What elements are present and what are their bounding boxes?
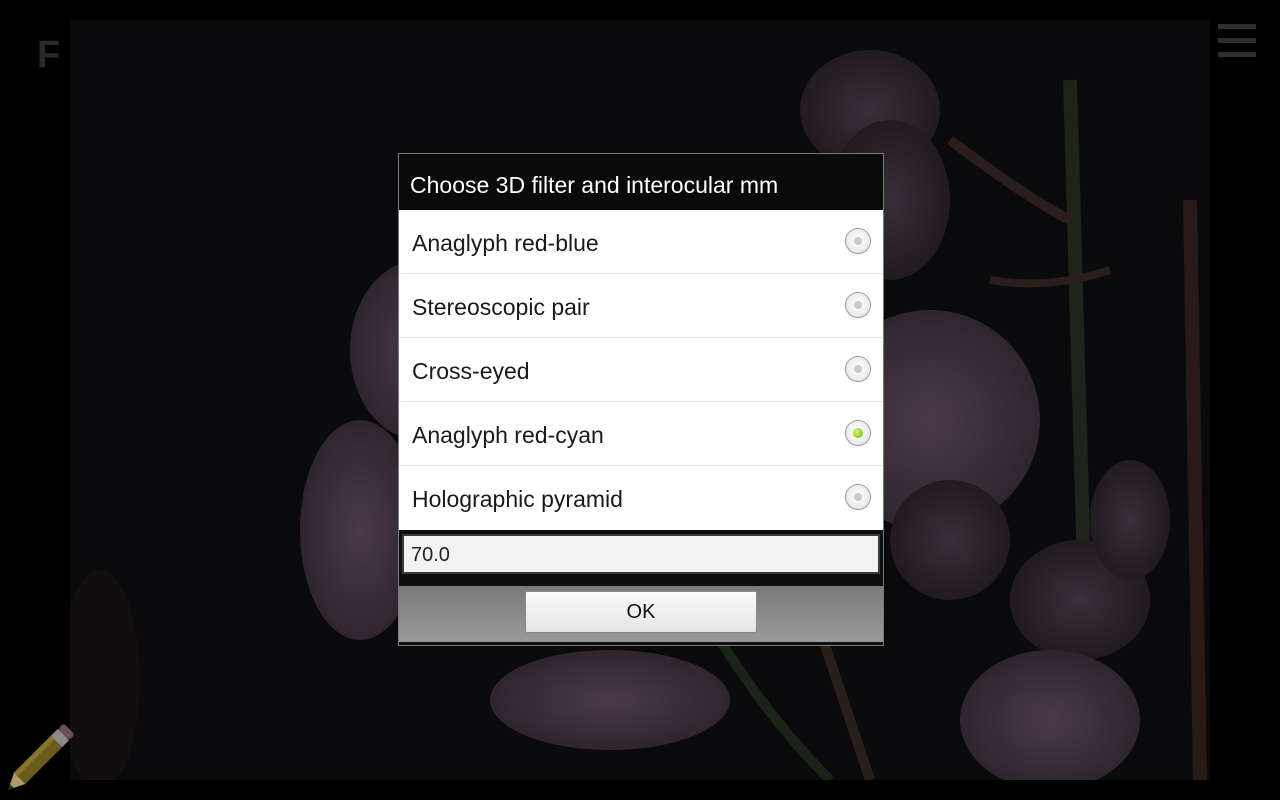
option-stereoscopic-pair[interactable]: Stereoscopic pair [399,274,883,338]
option-cross-eyed[interactable]: Cross-eyed [399,338,883,402]
radio-button-selected[interactable] [845,420,871,446]
option-anaglyph-red-blue[interactable]: Anaglyph red-blue [399,210,883,274]
radio-button[interactable] [845,484,871,510]
option-anaglyph-red-cyan[interactable]: Anaglyph red-cyan [399,402,883,466]
interocular-input-row [399,530,883,586]
option-label: Anaglyph red-blue [412,230,599,256]
radio-button[interactable] [845,292,871,318]
menu-icon[interactable] [1218,24,1256,66]
interocular-mm-input[interactable] [402,534,880,574]
radio-button[interactable] [845,356,871,382]
option-label: Holographic pyramid [412,486,623,512]
option-label: Cross-eyed [412,358,530,384]
dialog-title: Choose 3D filter and interocular mm [399,154,883,210]
option-label: Anaglyph red-cyan [412,422,604,448]
app-logo-letter: F [37,34,61,76]
filter-dialog: Choose 3D filter and interocular mm Anag… [398,153,884,646]
pencil-icon[interactable] [0,712,86,798]
option-holographic-pyramid[interactable]: Holographic pyramid [399,466,883,530]
app-screen: F Choose 3D filter and interocular mm An… [0,0,1280,800]
option-label: Stereoscopic pair [412,294,590,320]
ok-button[interactable]: OK [525,591,757,633]
filter-options-list: Anaglyph red-blue Stereoscopic pair Cros… [399,210,883,530]
radio-button[interactable] [845,228,871,254]
dialog-button-bar: OK [399,586,883,642]
